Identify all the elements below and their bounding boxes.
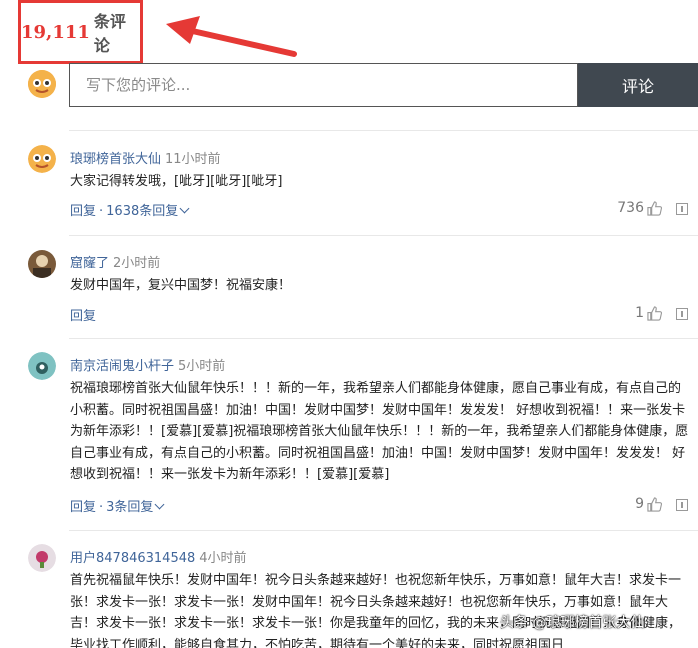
comment-text: 首先祝福鼠年快乐！发财中国年！祝今日头条越来越好！也祝您新年快乐，万事如意！鼠年… <box>70 573 682 648</box>
watermark: 头条 @琅琊榜首张大仙 <box>500 615 645 631</box>
avatar[interactable] <box>28 250 56 278</box>
divider <box>69 338 698 339</box>
report-icon[interactable] <box>676 203 688 215</box>
current-user-avatar <box>28 70 56 98</box>
comment-text: 发财中国年，复兴中国梦！祝福安康！ <box>70 278 292 293</box>
comment-username[interactable]: 南京活闹鬼小杆子 <box>70 359 174 374</box>
reply-button[interactable]: 回复 <box>70 500 96 515</box>
comment-time: 4小时前 <box>199 551 247 566</box>
avatar[interactable] <box>28 352 56 380</box>
divider <box>69 235 698 236</box>
submit-comment-button[interactable]: 评论 <box>578 63 698 107</box>
annotation-arrow-icon <box>166 16 297 57</box>
avatar[interactable] <box>28 544 56 572</box>
comment-input-box <box>69 63 578 107</box>
avatar[interactable] <box>28 145 56 173</box>
comment-text: 大家记得转发哦，[呲牙][呲牙][呲牙] <box>70 174 283 189</box>
comment-count-label: 条评论 <box>93 12 126 55</box>
comment-time: 5小时前 <box>178 359 226 374</box>
thumbs-up-icon <box>647 305 662 321</box>
thumbs-up-icon <box>647 496 662 512</box>
comment-count-highlight: 19,111 条评论 <box>18 0 143 64</box>
report-icon[interactable] <box>676 499 688 511</box>
like-count: 736 <box>617 200 644 216</box>
comment-header: 窟窿了 2小时前 <box>70 252 160 271</box>
comment-header: 南京活闹鬼小杆子 5小时前 <box>70 355 225 374</box>
replies-count: 1638条回复 <box>106 204 179 219</box>
comment-actions: 回复 · 3条回复 <box>70 496 165 515</box>
chevron-down-icon <box>154 499 165 510</box>
comment-username[interactable]: 琅琊榜首张大仙 <box>70 152 161 167</box>
comment-time: 11小时前 <box>165 152 221 167</box>
divider <box>69 530 698 531</box>
thumbs-up-icon <box>647 200 662 216</box>
comment-username[interactable]: 窟窿了 <box>70 256 109 271</box>
comment-header: 用户847846314548 4小时前 <box>70 547 247 566</box>
comment-actions: 回复 <box>70 305 96 324</box>
view-replies-button[interactable]: 1638条回复 <box>106 203 190 219</box>
comment-input[interactable] <box>70 64 577 106</box>
reply-button[interactable]: 回复 <box>70 309 96 324</box>
comment-header: 琅琊榜首张大仙 11小时前 <box>70 148 221 167</box>
comment-username[interactable]: 用户847846314548 <box>70 551 195 566</box>
report-icon[interactable] <box>676 308 688 320</box>
comment-count-number: 19,111 <box>21 21 90 43</box>
comment-actions: 回复 · 1638条回复 <box>70 200 190 219</box>
divider <box>69 130 698 131</box>
like-button[interactable]: 1 <box>635 305 662 321</box>
like-count: 9 <box>635 496 644 512</box>
replies-count: 3条回复 <box>106 500 154 515</box>
reply-button[interactable]: 回复 <box>70 204 96 219</box>
comment-text: 祝福琅琊榜首张大仙鼠年快乐！！！新的一年，我希望亲人们都能身体健康，愿自己事业有… <box>70 381 689 482</box>
view-replies-button[interactable]: 3条回复 <box>106 499 165 515</box>
like-button[interactable]: 9 <box>635 496 662 512</box>
comment-time: 2小时前 <box>113 256 161 271</box>
chevron-down-icon <box>179 203 190 214</box>
like-count: 1 <box>635 305 644 321</box>
like-button[interactable]: 736 <box>617 200 662 216</box>
